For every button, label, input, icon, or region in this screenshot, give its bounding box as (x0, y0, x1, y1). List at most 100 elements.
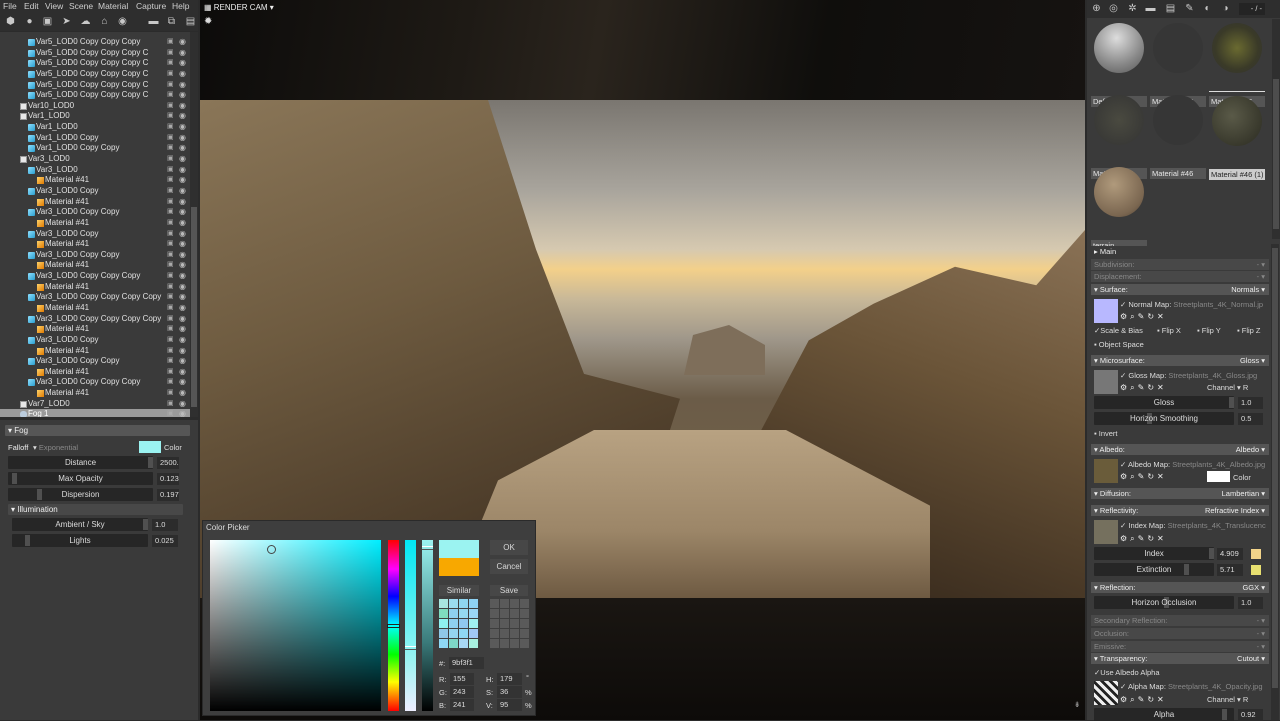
saturation-value-field[interactable] (210, 540, 381, 711)
eye-icon[interactable]: ◉ (179, 324, 186, 335)
tree-item[interactable]: Var5_LOD0 Copy Copy Copy ▣ ◉ (0, 37, 190, 48)
saved-color-slot[interactable] (490, 599, 499, 608)
secondary-reflection-section[interactable]: Secondary Reflection: - ▾ (1091, 615, 1269, 626)
lights-value[interactable]: 0.025 (152, 535, 178, 547)
lock-icon[interactable]: ▣ (167, 165, 174, 176)
lock-icon[interactable]: ▣ (167, 388, 174, 399)
main-section[interactable]: ▸ Main (1091, 246, 1269, 257)
flip-y-checkbox[interactable]: ▪ Flip Y (1197, 326, 1221, 335)
lock-icon[interactable]: ▣ (167, 356, 174, 367)
fog-color-swatch[interactable] (139, 441, 161, 453)
lights-slider[interactable]: Lights (12, 534, 148, 547)
similar-color-swatch[interactable] (469, 629, 478, 638)
eye-icon[interactable]: ◉ (179, 133, 186, 144)
scrollbar-thumb[interactable] (191, 207, 197, 407)
alpha-map-tools[interactable]: ⚙⌕✎↻✕ (1120, 695, 1167, 705)
normal-map-tools[interactable]: ⚙⌕✎↻✕ (1120, 312, 1167, 322)
lock-icon[interactable]: ▣ (167, 346, 174, 357)
lock-icon[interactable]: ▣ (167, 271, 174, 282)
tree-item[interactable]: Material #41 ▣ ◉ (0, 324, 190, 335)
material-thumb-46[interactable]: Material #46 (1150, 91, 1206, 179)
lock-icon[interactable]: ▣ (167, 399, 174, 410)
h-input[interactable]: 179 (497, 673, 522, 685)
menu-scene[interactable]: Scene (69, 1, 93, 11)
lock-icon[interactable]: ▣ (167, 229, 174, 240)
lock-icon[interactable]: ▣ (167, 80, 174, 91)
tree-item[interactable]: Material #41 ▣ ◉ (0, 175, 190, 186)
saved-color-slot[interactable] (520, 619, 529, 628)
eye-icon[interactable]: ◉ (179, 186, 186, 197)
transparency-section[interactable]: ▾ Transparency: Cutout ▾ (1091, 653, 1269, 664)
saved-color-slot[interactable] (520, 609, 529, 618)
tree-item[interactable]: Var5_LOD0 Copy Copy Copy C ▣ ◉ (0, 90, 190, 101)
similar-color-swatch[interactable] (449, 619, 458, 628)
tree-item[interactable]: Fog 1 ▣ ◉ (0, 409, 190, 417)
albedo-map-tools[interactable]: ⚙⌕✎↻✕ (1120, 472, 1167, 482)
invert-checkbox[interactable]: ▪ Invert (1094, 429, 1118, 438)
horizon-occlusion-value[interactable]: 1.0 (1238, 597, 1263, 609)
lock-icon[interactable]: ▣ (167, 143, 174, 154)
object-space-checkbox[interactable]: ▪ Object Space (1094, 340, 1144, 349)
horizon-smoothing-slider[interactable]: Horizon Smoothing (1094, 412, 1234, 425)
add-icon[interactable]: ⊕ (1091, 3, 1102, 14)
eye-icon[interactable]: ◉ (179, 388, 186, 399)
subdivision-section[interactable]: Subdivision: - ▾ (1091, 259, 1269, 270)
gloss-map-tools[interactable]: ⚙⌕✎↻✕ (1120, 383, 1167, 393)
sphere-icon[interactable]: ◉ (117, 16, 128, 27)
tree-item[interactable]: Var3_LOD0 Copy Copy ▣ ◉ (0, 356, 190, 367)
saved-color-slot[interactable] (500, 609, 509, 618)
tree-item[interactable]: Var3_LOD0 Copy Copy Copy Copy ▣ ◉ (0, 314, 190, 325)
similar-color-swatch[interactable] (449, 609, 458, 618)
duplicate-icon[interactable]: ⧉ (166, 16, 177, 27)
similar-color-swatch[interactable] (449, 629, 458, 638)
eye-icon[interactable]: ◉ (179, 377, 186, 388)
similar-color-swatch[interactable] (459, 639, 468, 648)
lock-icon[interactable]: ▣ (167, 377, 174, 388)
camera-icon[interactable]: ▣ (42, 16, 53, 27)
lock-icon[interactable]: ▣ (167, 260, 174, 271)
lock-icon[interactable]: ▣ (167, 282, 174, 293)
lock-icon[interactable]: ▣ (167, 292, 174, 303)
dispersion-slider[interactable]: Dispersion (8, 488, 153, 501)
fog-header[interactable]: ▾ Fog (5, 425, 190, 436)
export-icon[interactable]: ◑ (1220, 3, 1231, 14)
eye-icon[interactable]: ◉ (179, 207, 186, 218)
saturation-handle[interactable] (405, 646, 416, 650)
tree-item[interactable]: Material #41 ▣ ◉ (0, 260, 190, 271)
folder-icon[interactable]: ▬ (148, 16, 159, 27)
saturation-slider[interactable] (405, 540, 416, 711)
lock-icon[interactable]: ▣ (167, 111, 174, 122)
eye-icon[interactable]: ◉ (179, 143, 186, 154)
saved-color-slot[interactable] (510, 629, 519, 638)
reflection-section[interactable]: ▾ Reflection: GGX ▾ (1091, 582, 1269, 593)
trash-icon[interactable]: ▤ (185, 16, 196, 27)
index-map-label[interactable]: ✓ Index Map: Streetplants_4K_Translucenc (1120, 521, 1266, 530)
tree-item[interactable]: Var1_LOD0 Copy Copy ▣ ◉ (0, 143, 190, 154)
saved-color-slot[interactable] (510, 619, 519, 628)
eye-icon[interactable]: ◉ (179, 409, 186, 417)
index-map-thumb[interactable] (1094, 520, 1118, 544)
tree-item[interactable]: Var3_LOD0 Copy Copy ▣ ◉ (0, 250, 190, 261)
lock-icon[interactable]: ▣ (167, 186, 174, 197)
tree-item[interactable]: Var3_LOD0 Copy ▣ ◉ (0, 186, 190, 197)
tree-item[interactable]: Material #41 ▣ ◉ (0, 197, 190, 208)
lock-icon[interactable]: ▣ (167, 48, 174, 59)
tree-item[interactable]: Var3_LOD0 Copy Copy Copy ▣ ◉ (0, 377, 190, 388)
similar-color-swatch[interactable] (439, 599, 448, 608)
merge-icon[interactable]: ✲ (1127, 3, 1138, 14)
sky-icon[interactable]: ☁ (80, 16, 91, 27)
lock-icon[interactable]: ▣ (167, 335, 174, 346)
eye-icon[interactable]: ◉ (179, 175, 186, 186)
tree-item[interactable]: Material #41 ▣ ◉ (0, 346, 190, 357)
value-handle[interactable] (422, 546, 433, 550)
tree-item[interactable]: Material #41 ▣ ◉ (0, 239, 190, 250)
albedo-map-label[interactable]: ✓ Albedo Map: Streetplants_4K_Albedo.jpg (1120, 460, 1265, 469)
surface-section[interactable]: ▾ Surface: Normals ▾ (1091, 284, 1269, 295)
tree-item[interactable]: Material #41 ▣ ◉ (0, 303, 190, 314)
occlusion-section[interactable]: Occlusion: - ▾ (1091, 628, 1269, 639)
light-icon[interactable]: ● (24, 16, 35, 27)
gear-icon[interactable]: ✹ (204, 16, 212, 27)
tree-item[interactable]: Var3_LOD0 Copy Copy Copy ▣ ◉ (0, 271, 190, 282)
reflectivity-section[interactable]: ▾ Reflectivity: Refractive Index ▾ (1091, 505, 1269, 516)
b-input[interactable]: 241 (450, 699, 474, 711)
